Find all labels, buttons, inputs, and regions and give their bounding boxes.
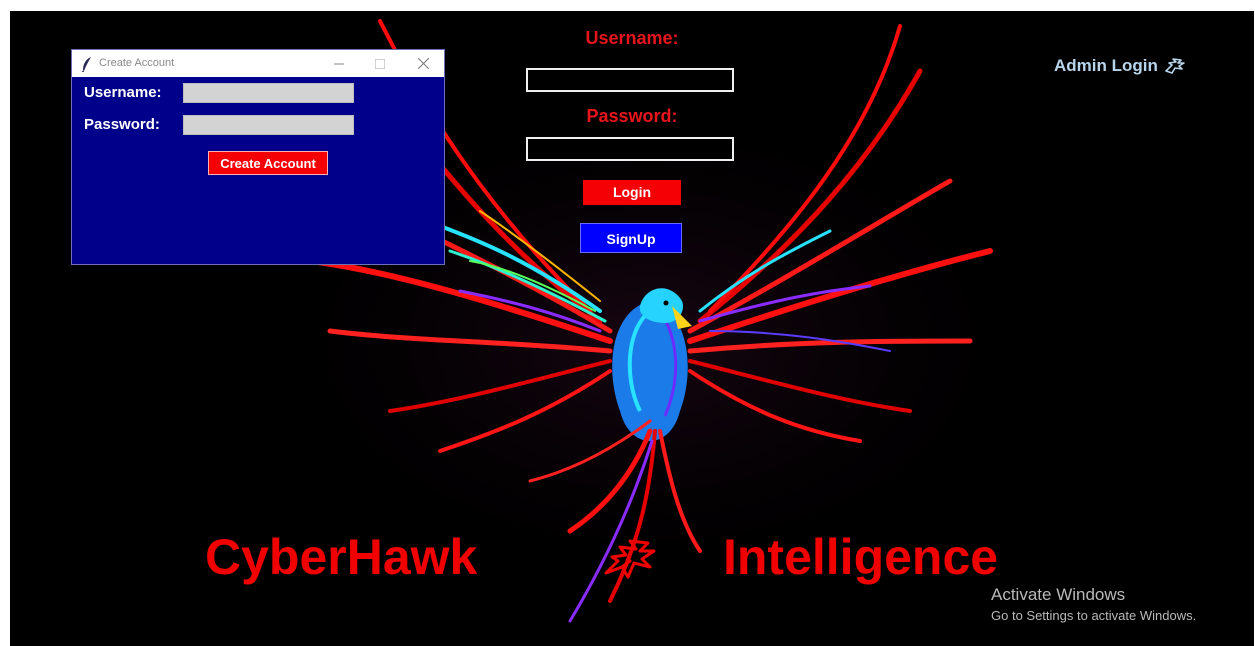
activate-windows-watermark: Activate Windows Go to Settings to activ…: [991, 584, 1196, 626]
admin-login-label: Admin Login: [1054, 56, 1158, 75]
username-input[interactable]: [526, 68, 734, 92]
brand-right-word: Intelligence: [723, 529, 999, 585]
dialog-username-label: Username:: [84, 84, 162, 101]
username-label: Username:: [585, 28, 679, 48]
create-account-button[interactable]: Create Account: [208, 151, 328, 175]
activate-windows-subtitle: Go to Settings to activate Windows.: [991, 608, 1197, 623]
activate-windows-title: Activate Windows: [991, 585, 1126, 604]
close-button[interactable]: [403, 50, 443, 77]
signup-button[interactable]: SignUp: [580, 223, 682, 253]
create-account-dialog: Create Account Username: Password: Creat…: [71, 49, 445, 265]
brand-left-word: CyberHawk: [205, 529, 478, 585]
maximize-button[interactable]: [360, 50, 400, 77]
dialog-title: Create Account: [99, 57, 175, 69]
password-input[interactable]: [526, 137, 734, 161]
minimize-icon: [334, 63, 344, 64]
dialog-password-input[interactable]: [183, 115, 354, 135]
dialog-titlebar[interactable]: Create Account: [72, 50, 444, 77]
maximize-icon: [375, 58, 385, 69]
dialog-password-label: Password:: [84, 116, 160, 133]
password-label: Password:: [586, 106, 678, 126]
hawk-icon: [1165, 58, 1185, 74]
hawk-logo-icon: [604, 539, 656, 579]
close-icon: [417, 58, 429, 69]
minimize-button[interactable]: [319, 50, 359, 77]
dialog-username-input[interactable]: [183, 83, 354, 103]
login-button[interactable]: Login: [583, 180, 681, 205]
feather-icon: [81, 57, 91, 72]
admin-login-link[interactable]: Admin Login: [1054, 56, 1186, 76]
